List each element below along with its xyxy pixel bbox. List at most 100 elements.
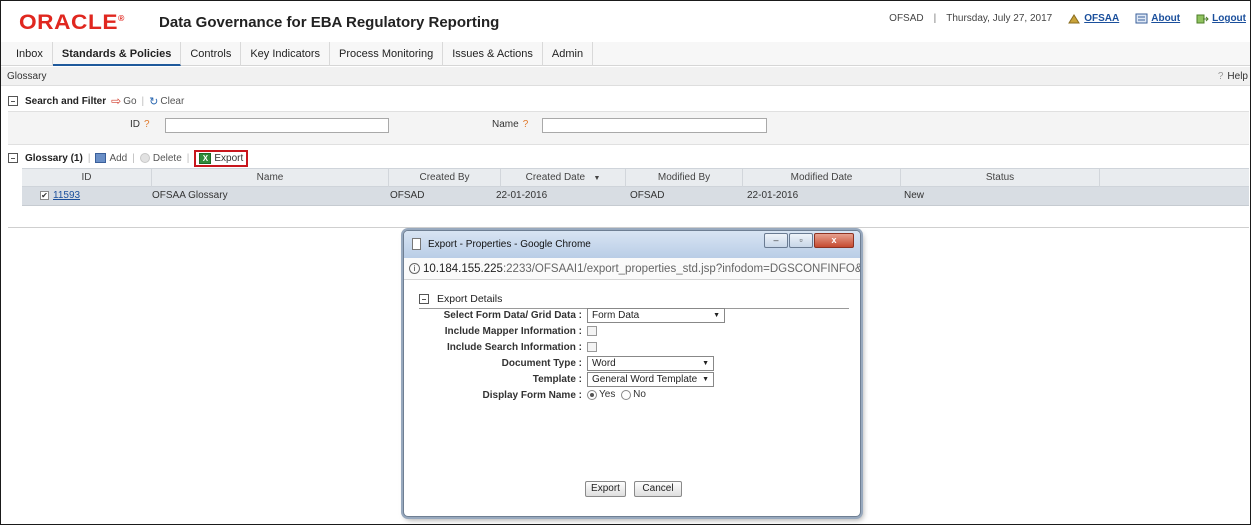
- toolbar-separator: |: [132, 152, 135, 164]
- mapper-checkbox[interactable]: [587, 326, 597, 336]
- display-name-no-radio[interactable]: [621, 389, 632, 400]
- display-name-label: Display Form Name :: [482, 390, 582, 401]
- row-id-cell: ✔ 11593: [40, 187, 80, 205]
- excel-icon: X: [199, 152, 212, 164]
- tab-controls[interactable]: Controls: [181, 41, 242, 66]
- doc-type-dropdown[interactable]: Word: [587, 356, 714, 371]
- display-name-yes-radio[interactable]: [587, 389, 597, 400]
- created-date-label: Created Date: [525, 172, 586, 183]
- export-label: Export: [214, 152, 244, 164]
- minimize-button[interactable]: –: [764, 233, 788, 248]
- tab-key-indicators[interactable]: Key Indicators: [241, 41, 331, 66]
- maximize-button[interactable]: ▫: [789, 233, 813, 248]
- search-filter-toolbar: Search and Filter ⇨ Go | ↻ Clear: [8, 91, 1249, 111]
- row-modified-by: OFSAD: [630, 190, 665, 201]
- header-separator: |: [933, 13, 937, 24]
- help-icon: ?: [1217, 71, 1224, 82]
- delete-icon: [139, 153, 150, 163]
- template-dropdown[interactable]: General Word Template: [587, 372, 714, 387]
- cancel-button[interactable]: Cancel: [634, 481, 682, 497]
- id-label: ID?: [130, 119, 150, 130]
- column-header-created-by[interactable]: Created By: [389, 169, 501, 187]
- about-link[interactable]: About: [1135, 13, 1180, 24]
- name-help-icon: ?: [522, 119, 529, 130]
- help-label: Help: [1227, 71, 1248, 82]
- page-icon: [412, 238, 421, 250]
- app-header: ORACLE® Data Governance for EBA Regulato…: [1, 1, 1250, 41]
- tab-standards-policies[interactable]: Standards & Policies: [52, 41, 182, 66]
- column-header-status[interactable]: Status: [901, 169, 1100, 187]
- about-icon: [1135, 13, 1148, 24]
- tab-process-monitoring[interactable]: Process Monitoring: [330, 41, 444, 66]
- window-controls: – ▫ x: [764, 233, 854, 248]
- table-row[interactable]: ✔ 11593 OFSAA Glossary OFSAD 22-01-2016 O…: [22, 187, 1249, 206]
- mapper-label: Include Mapper Information :: [444, 326, 582, 337]
- page-title: Glossary: [7, 71, 47, 82]
- delete-button[interactable]: Delete: [139, 152, 182, 164]
- row-created-date: 22-01-2016: [496, 190, 548, 201]
- url-path: :2233/OFSAAI1/export_properties_std.jsp?…: [502, 263, 860, 275]
- row-checkbox[interactable]: ✔: [40, 190, 49, 200]
- display-name-yes-label: Yes: [599, 389, 616, 400]
- row-id-link[interactable]: 11593: [53, 190, 80, 201]
- app-title: Data Governance for EBA Regulatory Repor…: [159, 14, 500, 31]
- id-search-input[interactable]: [165, 118, 389, 133]
- search-info-label: Include Search Information :: [446, 342, 582, 353]
- go-arrow-icon: ⇨: [111, 94, 122, 108]
- collapse-icon[interactable]: [419, 293, 429, 304]
- about-link-label: About: [1151, 13, 1181, 24]
- delete-label: Delete: [152, 152, 182, 164]
- ofsaa-link[interactable]: OFSAA: [1068, 13, 1119, 24]
- grid-divider: [8, 227, 1249, 228]
- row-name: OFSAA Glossary: [152, 190, 228, 201]
- collapse-icon[interactable]: [8, 96, 18, 106]
- clear-label: Clear: [160, 95, 185, 107]
- help-link[interactable]: ? Help: [1218, 67, 1248, 86]
- address-bar[interactable]: i 10.184.155.225:2233/OFSAAI1/export_prop…: [404, 258, 860, 280]
- info-icon[interactable]: i: [409, 263, 420, 275]
- export-button[interactable]: X Export: [194, 149, 249, 167]
- tab-issues-actions[interactable]: Issues & Actions: [443, 41, 543, 66]
- go-button[interactable]: ⇨ Go: [111, 94, 136, 108]
- add-icon: [95, 153, 107, 163]
- template-row: Template : General Word Template: [404, 372, 860, 388]
- column-header-empty: [1100, 169, 1249, 187]
- glossary-title-text: Glossary: [25, 152, 68, 164]
- ofsaa-link-label: OFSAA: [1084, 13, 1120, 24]
- row-modified-date: 22-01-2016: [747, 190, 799, 201]
- toolbar-separator: |: [87, 152, 91, 164]
- breadcrumb: Glossary ? Help: [1, 67, 1250, 86]
- logout-link[interactable]: Logout: [1196, 13, 1246, 24]
- mapper-row: Include Mapper Information :: [404, 324, 860, 340]
- oracle-logo-text: ORACLE: [19, 11, 119, 34]
- select-form-dropdown[interactable]: Form Data: [587, 308, 725, 323]
- close-button[interactable]: x: [814, 233, 854, 248]
- name-search-input[interactable]: [542, 118, 767, 133]
- search-info-checkbox[interactable]: [587, 342, 597, 352]
- column-header-modified-by[interactable]: Modified By: [626, 169, 743, 187]
- export-details-title: Export Details: [437, 292, 503, 305]
- tab-admin[interactable]: Admin: [543, 41, 594, 66]
- search-filter-panel: ID? Name?: [8, 111, 1249, 145]
- template-label: Template :: [532, 374, 582, 385]
- user-name: OFSAD: [889, 13, 924, 24]
- tab-inbox[interactable]: Inbox: [7, 41, 53, 66]
- main-tabs: Inbox Standards & Policies Controls Key …: [1, 41, 1250, 66]
- id-help-icon: ?: [144, 119, 150, 130]
- clear-icon: ↻: [149, 95, 159, 108]
- collapse-icon[interactable]: [8, 153, 18, 163]
- add-button[interactable]: Add: [95, 153, 127, 164]
- current-date: Thursday, July 27, 2017: [946, 13, 1053, 24]
- grid-header: ID Name Created By Created Date ▼ Modifi…: [22, 168, 1249, 187]
- logout-icon: [1196, 14, 1209, 24]
- export-dialog-button[interactable]: Export: [585, 481, 626, 497]
- column-header-created-date[interactable]: Created Date ▼: [501, 169, 626, 187]
- dialog-titlebar[interactable]: Export - Properties - Google Chrome – ▫ …: [404, 231, 860, 258]
- export-details-header: Export Details: [419, 289, 849, 309]
- column-header-name[interactable]: Name: [152, 169, 389, 187]
- clear-button[interactable]: ↻ Clear: [149, 95, 184, 108]
- column-header-id[interactable]: ID: [22, 169, 152, 187]
- glossary-toolbar: Glossary (1) | Add | Delete | X Export: [8, 148, 1249, 168]
- column-header-modified-date[interactable]: Modified Date: [743, 169, 901, 187]
- glossary-grid: ID Name Created By Created Date ▼ Modifi…: [22, 168, 1249, 206]
